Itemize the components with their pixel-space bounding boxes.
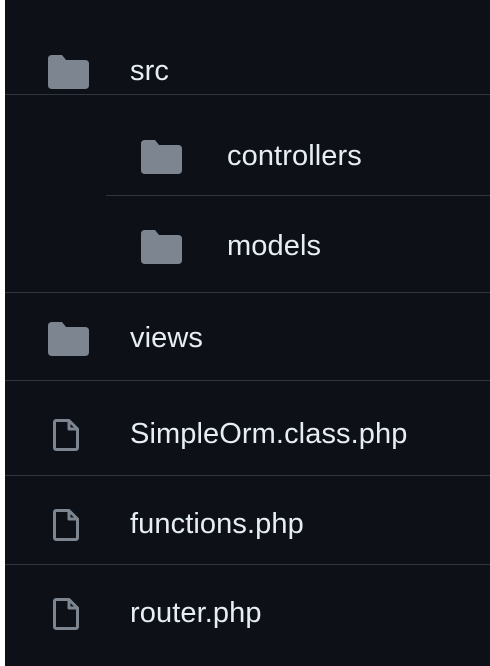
tree-row-label: views [130, 321, 204, 354]
tree-row-controllers[interactable]: controllers [5, 108, 490, 206]
tree-row-models[interactable]: models [5, 198, 490, 296]
folder-icon [48, 322, 89, 356]
folder-icon [141, 140, 182, 174]
tree-row-views[interactable]: views [5, 290, 490, 388]
file-icon [53, 419, 79, 451]
tree-row-label: router.php [130, 596, 262, 629]
file-icon [53, 598, 79, 630]
row-divider [106, 195, 490, 196]
tree-row-src[interactable]: src [5, 23, 490, 121]
row-divider [5, 380, 490, 381]
tree-row-label: SimpleOrm.class.php [130, 417, 408, 450]
tree-row-router[interactable]: router.php [5, 565, 490, 663]
folder-icon [48, 55, 89, 89]
tree-row-functions[interactable]: functions.php [5, 476, 490, 574]
row-divider [5, 94, 490, 95]
file-icon [53, 509, 79, 541]
folder-icon [141, 230, 182, 264]
tree-row-simpleorm[interactable]: SimpleOrm.class.php [5, 386, 490, 484]
tree-row-label: functions.php [130, 507, 304, 540]
file-tree: src controllers models views SimpleOrm.c… [5, 0, 490, 666]
tree-row-label: src [130, 54, 169, 87]
tree-row-label: models [227, 229, 322, 262]
tree-row-label: controllers [227, 139, 362, 172]
